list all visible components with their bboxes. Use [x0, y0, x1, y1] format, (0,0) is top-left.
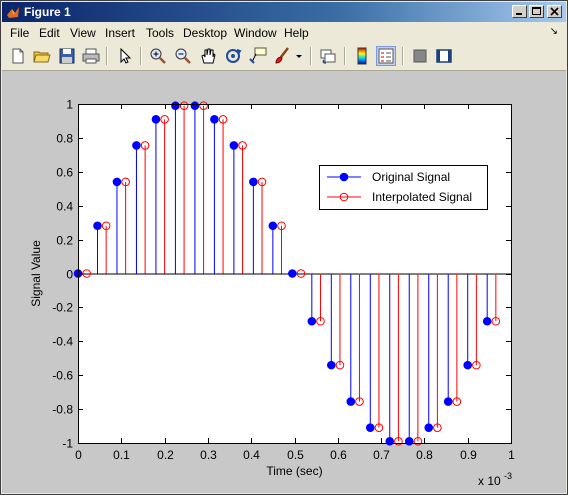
original-signal-point [365, 423, 375, 432]
figure-canvas: 0 0.1 0.2 0.3 0.4 0.5 0.6 0.7 0.8 0.9 1 -1 -0.8 -0.6 -… [2, 71, 566, 493]
zoom-out-icon[interactable] [173, 46, 193, 66]
x-tick-label: 0.5 [287, 448, 304, 462]
save-icon[interactable] [57, 46, 77, 66]
y-tick-label: -0.6 [52, 369, 73, 383]
original-signal-point [93, 221, 102, 231]
x-tick-label: 0.3 [200, 448, 217, 462]
original-signal-point [190, 101, 200, 111]
menu-help[interactable]: Help [284, 26, 309, 40]
show-plot-tools-icon[interactable] [434, 46, 454, 66]
matlab-logo-icon [7, 7, 19, 18]
original-signal-point [327, 360, 336, 370]
original-signal-point [210, 115, 219, 124]
menu-window[interactable]: Window [234, 26, 277, 40]
menu-desktop[interactable]: Desktop [183, 26, 227, 40]
figure-toolbar [2, 42, 566, 71]
brush-dropdown-icon[interactable] [294, 46, 304, 66]
original-signal-point [463, 360, 473, 370]
x-tick-label: 0.1 [113, 448, 130, 462]
menu-tools[interactable]: Tools [146, 26, 174, 40]
y-tick-label: 0.6 [56, 166, 73, 180]
stem-plot: 0 0.1 0.2 0.3 0.4 0.5 0.6 0.7 0.8 0.9 1 -1 -0.8 -0.6 -… [29, 98, 515, 489]
toolbar-separator [106, 47, 108, 65]
select-arrow-icon[interactable] [115, 46, 135, 66]
toolbar-separator [402, 47, 404, 65]
legend-label: Interpolated Signal [372, 190, 472, 204]
menu-file[interactable]: File [10, 26, 29, 40]
legend-icon[interactable] [376, 46, 396, 66]
legend-label: Original Signal [372, 170, 450, 184]
toolbar-separator [310, 47, 312, 65]
minimize-icon [516, 13, 522, 15]
y-tick-label: -1 [62, 437, 73, 451]
y-axis-label: Signal Value [29, 240, 43, 307]
x-tick-label: 0.8 [416, 448, 433, 462]
hide-plot-tools-icon[interactable] [410, 46, 430, 66]
y-tick-label: -0.2 [52, 301, 73, 315]
menu-insert[interactable]: Insert [105, 26, 135, 40]
y-tick-label: -0.4 [52, 335, 73, 349]
original-signal-point [443, 397, 453, 406]
close-icon [550, 7, 559, 16]
original-signal-point [307, 316, 317, 326]
y-tick-label: -0.8 [52, 403, 73, 417]
x-multiplier-exponent: -3 [504, 471, 512, 481]
rotate-3d-icon[interactable] [223, 46, 243, 66]
zoom-in-icon[interactable] [148, 46, 168, 66]
y-tick-label: 0.4 [56, 200, 73, 214]
dock-arrow-icon[interactable]: ↘ [550, 26, 558, 37]
data-cursor-icon[interactable] [248, 46, 268, 66]
x-axis-label: Time (sec) [266, 464, 322, 478]
close-button[interactable] [547, 5, 562, 18]
x-tick-label: 1 [508, 448, 515, 462]
x-tick-label: 0.2 [157, 448, 174, 462]
original-signal-point [229, 141, 239, 150]
y-tick-label: 0.2 [56, 234, 73, 248]
x-tick-label: 0 [75, 448, 82, 462]
x-axis-multiplier: x 10 -3 [478, 471, 512, 488]
original-signal-point [112, 177, 122, 187]
maximize-icon [532, 7, 541, 15]
legend-box[interactable]: Original Signal Interpolated Signal [319, 165, 488, 210]
pan-hand-icon[interactable] [198, 46, 218, 66]
minimize-button[interactable] [512, 5, 527, 18]
original-signal-point [132, 141, 141, 150]
brush-icon[interactable] [273, 46, 293, 66]
x-tick-label: 0.7 [373, 448, 390, 462]
original-signal-point [288, 269, 297, 278]
toolbar-separator [344, 47, 346, 65]
x-tick-label: 0.9 [460, 448, 477, 462]
y-tick-label: 1 [66, 98, 73, 112]
original-signal-point [171, 101, 180, 111]
menu-view[interactable]: View [70, 26, 96, 40]
print-icon[interactable] [81, 46, 101, 66]
open-file-icon[interactable] [32, 46, 52, 66]
y-tick-label: 0.8 [56, 132, 73, 146]
window-title: Figure 1 [24, 5, 71, 19]
menu-bar: File Edit View Insert Tools Desktop Wind… [2, 23, 566, 42]
colorbar-icon[interactable] [352, 46, 372, 66]
x-tick-label: 0.4 [243, 448, 260, 462]
maximize-button[interactable] [529, 5, 544, 18]
figure-window: Figure 1 File Edit View Insert Tools Des… [0, 0, 568, 495]
original-signal-point [151, 115, 161, 124]
original-signal-point [268, 221, 278, 231]
toolbar-separator [140, 47, 142, 65]
original-signal-point [249, 177, 258, 187]
y-tick-label: 0 [66, 268, 73, 282]
original-signal-point [482, 316, 492, 326]
menu-edit[interactable]: Edit [39, 26, 60, 40]
title-bar[interactable]: Figure 1 [2, 2, 566, 22]
original-signal-point [424, 423, 434, 432]
legend-marker [339, 172, 349, 182]
new-figure-icon[interactable] [8, 46, 28, 66]
x-tick-label: 0.6 [330, 448, 347, 462]
original-signal-point [346, 397, 356, 406]
x-multiplier-base: x 10 [478, 474, 501, 488]
link-plot-icon[interactable] [318, 46, 338, 66]
